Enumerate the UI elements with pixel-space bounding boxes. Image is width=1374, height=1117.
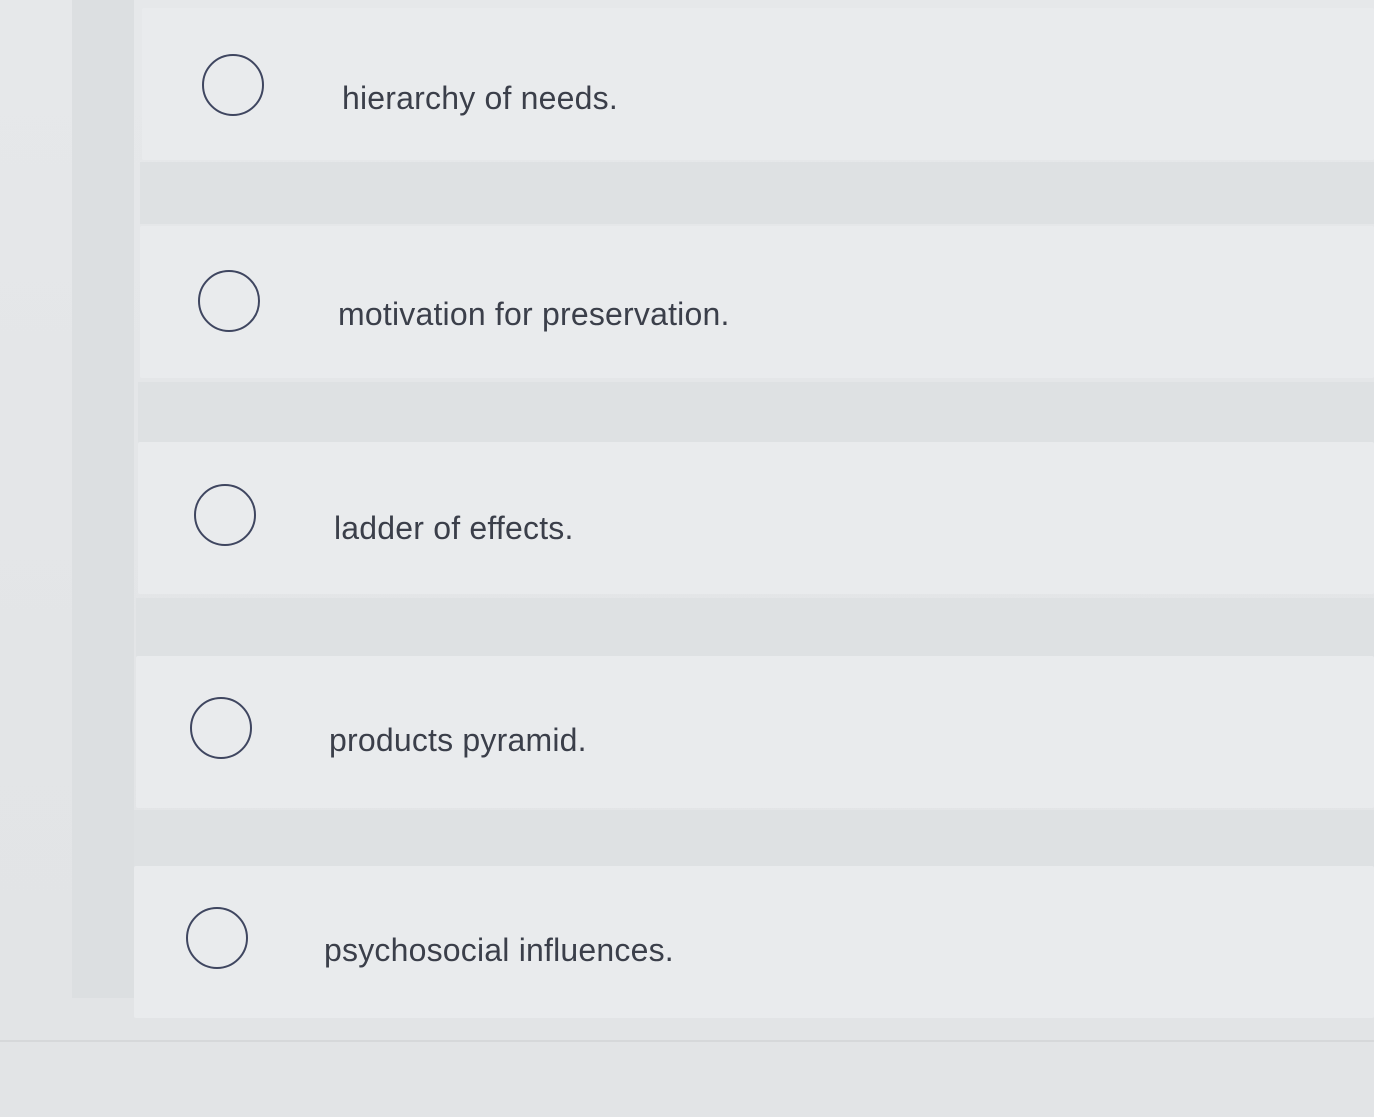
answer-option[interactable]: hierarchy of needs.: [142, 8, 1374, 160]
answer-option[interactable]: motivation for preservation.: [140, 226, 1374, 378]
answer-option[interactable]: products pyramid.: [136, 656, 1374, 808]
radio-button-icon[interactable]: [202, 54, 264, 116]
option-divider: [138, 382, 1374, 444]
radio-button-icon[interactable]: [190, 697, 252, 759]
radio-button-icon[interactable]: [194, 484, 256, 546]
divider-line: [0, 1040, 1374, 1042]
answer-option[interactable]: psychosocial influences.: [134, 866, 1374, 1018]
answer-option[interactable]: ladder of effects.: [138, 442, 1374, 594]
radio-button-icon[interactable]: [186, 907, 248, 969]
option-divider: [136, 598, 1374, 660]
option-label: psychosocial influences.: [324, 932, 674, 968]
answer-options-list: hierarchy of needs. motivation for prese…: [0, 0, 1374, 1117]
option-label: products pyramid.: [329, 722, 587, 758]
option-label: hierarchy of needs.: [342, 80, 618, 116]
option-label: motivation for preservation.: [338, 296, 730, 332]
option-divider: [134, 810, 1374, 872]
radio-button-icon[interactable]: [198, 270, 260, 332]
option-divider: [140, 162, 1374, 224]
option-label: ladder of effects.: [334, 510, 574, 546]
